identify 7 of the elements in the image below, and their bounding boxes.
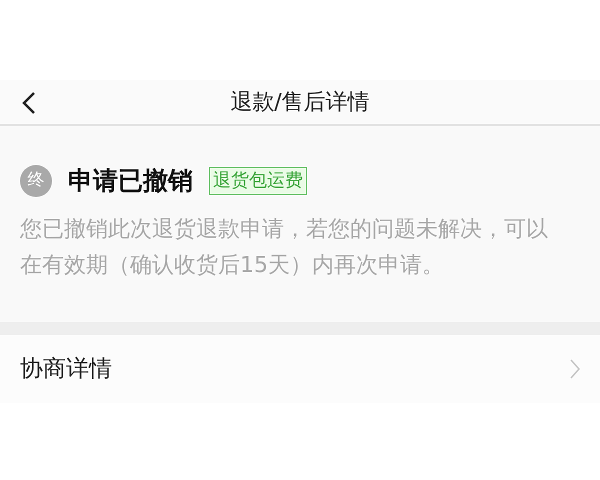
status-description: 您已撤销此次退货退款申请，若您的问题未解决，可以在有效期（确认收货后15天）内再次申请。 [20,216,549,280]
chevron-icon [570,359,580,379]
shipping-tag: 退货包运费 [209,166,307,195]
status-badge: 终 [20,164,52,197]
status-title: 申请已撤销 [68,165,193,197]
back-icon[interactable] [22,92,36,114]
page-title: 退款/售后详情 [230,90,370,115]
